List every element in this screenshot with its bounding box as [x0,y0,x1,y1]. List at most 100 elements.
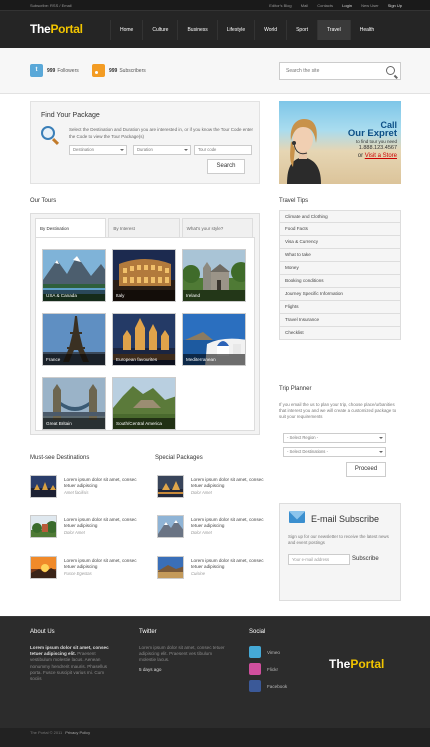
visit-store: or Visit a Store [348,152,397,161]
nav-health[interactable]: Health [349,20,383,40]
email-subscribe-panel: E-mail Subscribe Sign up for our newslet… [279,503,401,601]
list-item[interactable]: Lorem ipsum dolor sit amet, consec tetue… [30,475,140,503]
list-item-meta: Fusce Egestas [64,571,92,576]
footer-logo-portal: Portal [350,657,385,671]
tip-food-facts[interactable]: Food Facts [279,223,401,236]
tour-card-usa-canada[interactable]: USA & Canada [42,249,106,302]
region-select[interactable]: - Select Region - [283,433,386,443]
tour-card-label: Mediterranean [183,354,245,365]
tour-card-italy[interactable]: Italy [112,249,176,302]
twitter-followers[interactable]: t 999 Followers [30,64,79,77]
editors-blog-link[interactable]: Editor's Blog [269,3,291,8]
subscribe-links[interactable]: Subscribe: RSS / Email [30,3,72,8]
tour-card-label: Italy [113,290,175,301]
privacy-policy-link[interactable]: Privacy Policy [65,730,90,735]
footer-logo[interactable]: ThePortal [329,657,384,671]
tab-by-interest[interactable]: By Interest [108,218,180,238]
tip-travel-insurance[interactable]: Travel Insurance [279,314,401,327]
facebook-link[interactable]: Facebook [249,680,287,692]
list-item-text: Lorem ipsum dolor sit amet, consec tetue… [191,477,264,488]
list-item[interactable]: Lorem ipsum dolor sit amet, consec tetue… [157,475,267,503]
search-input[interactable] [280,63,380,79]
login-link[interactable]: Login [342,3,352,8]
about-title: About Us [30,629,55,635]
email-input[interactable]: Your e-mail address [288,554,350,565]
nav-lifestyle[interactable]: Lifestyle [216,20,254,40]
rss-subscribers[interactable]: 999 Subscribers [92,64,146,77]
subscribers-label: Subscribers [119,67,146,74]
list-item-text: Lorem ipsum dolor sit amet, consec tetue… [191,558,264,569]
header: Subscribe: RSS / Email Editor's Blog Mai… [0,0,430,48]
tour-card-ireland[interactable]: Ireland [182,249,246,302]
tour-card-mediterranean[interactable]: Mediterranean [182,313,246,366]
nav-business[interactable]: Business [177,20,216,40]
twitter-text: Lorem ipsum dolor sit amet, consec tetue… [139,645,225,663]
list-item-text: Lorem ipsum dolor sit amet, consec tetue… [64,477,137,488]
destination-select[interactable]: Destination [69,145,127,155]
list-item[interactable]: Lorem ipsum dolor sit amet, consec tetue… [30,556,140,584]
nav-world[interactable]: World [254,20,286,40]
tip-visa-currency[interactable]: Visa & Currency [279,236,401,249]
search-button[interactable]: Search [207,159,245,174]
search-icon[interactable] [386,66,395,75]
list-thumbnail [157,515,184,538]
tours-tabs: By Destination By Interest What's your s… [35,218,255,238]
flickr-label: Flickr [267,666,278,672]
new-user-link[interactable]: New User [361,3,379,8]
rss-icon [92,64,105,77]
mail-link[interactable]: Mail [301,3,308,8]
logo-portal: Portal [50,22,83,36]
logo-the: The [30,22,51,36]
tip-journey-info[interactable]: Journey Specific Information [279,288,401,301]
nav-travel[interactable]: Travel [317,20,350,40]
social-title: Social [249,629,266,635]
list-item[interactable]: Lorem ipsum dolor sit amet, consec tetue… [30,515,140,543]
tour-card-label: Ireland [183,290,245,301]
visit-store-link[interactable]: Visit a Store [365,153,397,159]
vimeo-link[interactable]: Vimeo [249,646,280,658]
list-item[interactable]: Lorem ipsum dolor sit amet, consec tetue… [157,556,267,584]
tour-code-field[interactable]: Tour code [194,145,252,155]
destinations-select[interactable]: - Select Destinations - [283,447,386,457]
tour-code-placeholder: Tour code [198,147,217,152]
nav-home[interactable]: Home [110,20,142,40]
nav-culture[interactable]: Culture [142,20,177,40]
twitter-title: Twitter [139,629,157,635]
tip-money[interactable]: Money [279,262,401,275]
tip-checklist[interactable]: Checklist [279,327,401,340]
list-thumbnail [30,475,57,498]
subscribe-button[interactable]: Subscribe [352,554,379,565]
list-item[interactable]: Lorem ipsum dolor sit amet, consec tetue… [157,515,267,543]
or-text: or [357,153,364,159]
tour-card-france[interactable]: France [42,313,106,366]
list-thumbnail [30,515,57,538]
agent-photo [287,119,321,184]
tip-climate-clothing[interactable]: Climate and Clothing [279,210,401,223]
trip-planner-title: Trip Planner [279,386,312,392]
trip-planner-text: If you email the us to plan your trip, c… [279,402,397,419]
tab-by-destination[interactable]: By Destination [35,218,107,238]
site-logo[interactable]: ThePortal [30,22,83,36]
tip-what-to-take[interactable]: What to take [279,249,401,262]
tour-card-european-favourites[interactable]: European favourites [112,313,176,366]
proceed-button[interactable]: Proceed [346,462,386,477]
find-package-title: Find Your Package [41,112,100,119]
tour-card-label: South/Central America [113,418,175,429]
list-item-text: Lorem ipsum dolor sit amet, consec tetue… [64,558,137,569]
top-utility-bar: Subscribe: RSS / Email Editor's Blog Mai… [0,0,430,11]
sign-up-link[interactable]: Sign Up [388,3,402,8]
tab-whats-your-style[interactable]: What's your style? [181,218,253,238]
twitter-icon: t [30,64,43,77]
nav-sport[interactable]: Sport [286,20,317,40]
tour-card-great-britain[interactable]: Great Britain [42,377,106,430]
region-value: - Select Region - [287,435,319,440]
flickr-link[interactable]: Flickr [249,663,278,675]
tip-flights[interactable]: Flights [279,301,401,314]
call-expert-banner[interactable]: Call Our Expret to find tour you need 1.… [279,101,401,184]
contacts-link[interactable]: Contacts [317,3,333,8]
tip-booking-conditions[interactable]: Booking conditions [279,275,401,288]
list-item-meta: Dolor Amet [191,530,212,535]
duration-select[interactable]: Duration [133,145,191,155]
thumbnail-image [158,476,183,497]
tour-card-south-central-america[interactable]: South/Central America [112,377,176,430]
